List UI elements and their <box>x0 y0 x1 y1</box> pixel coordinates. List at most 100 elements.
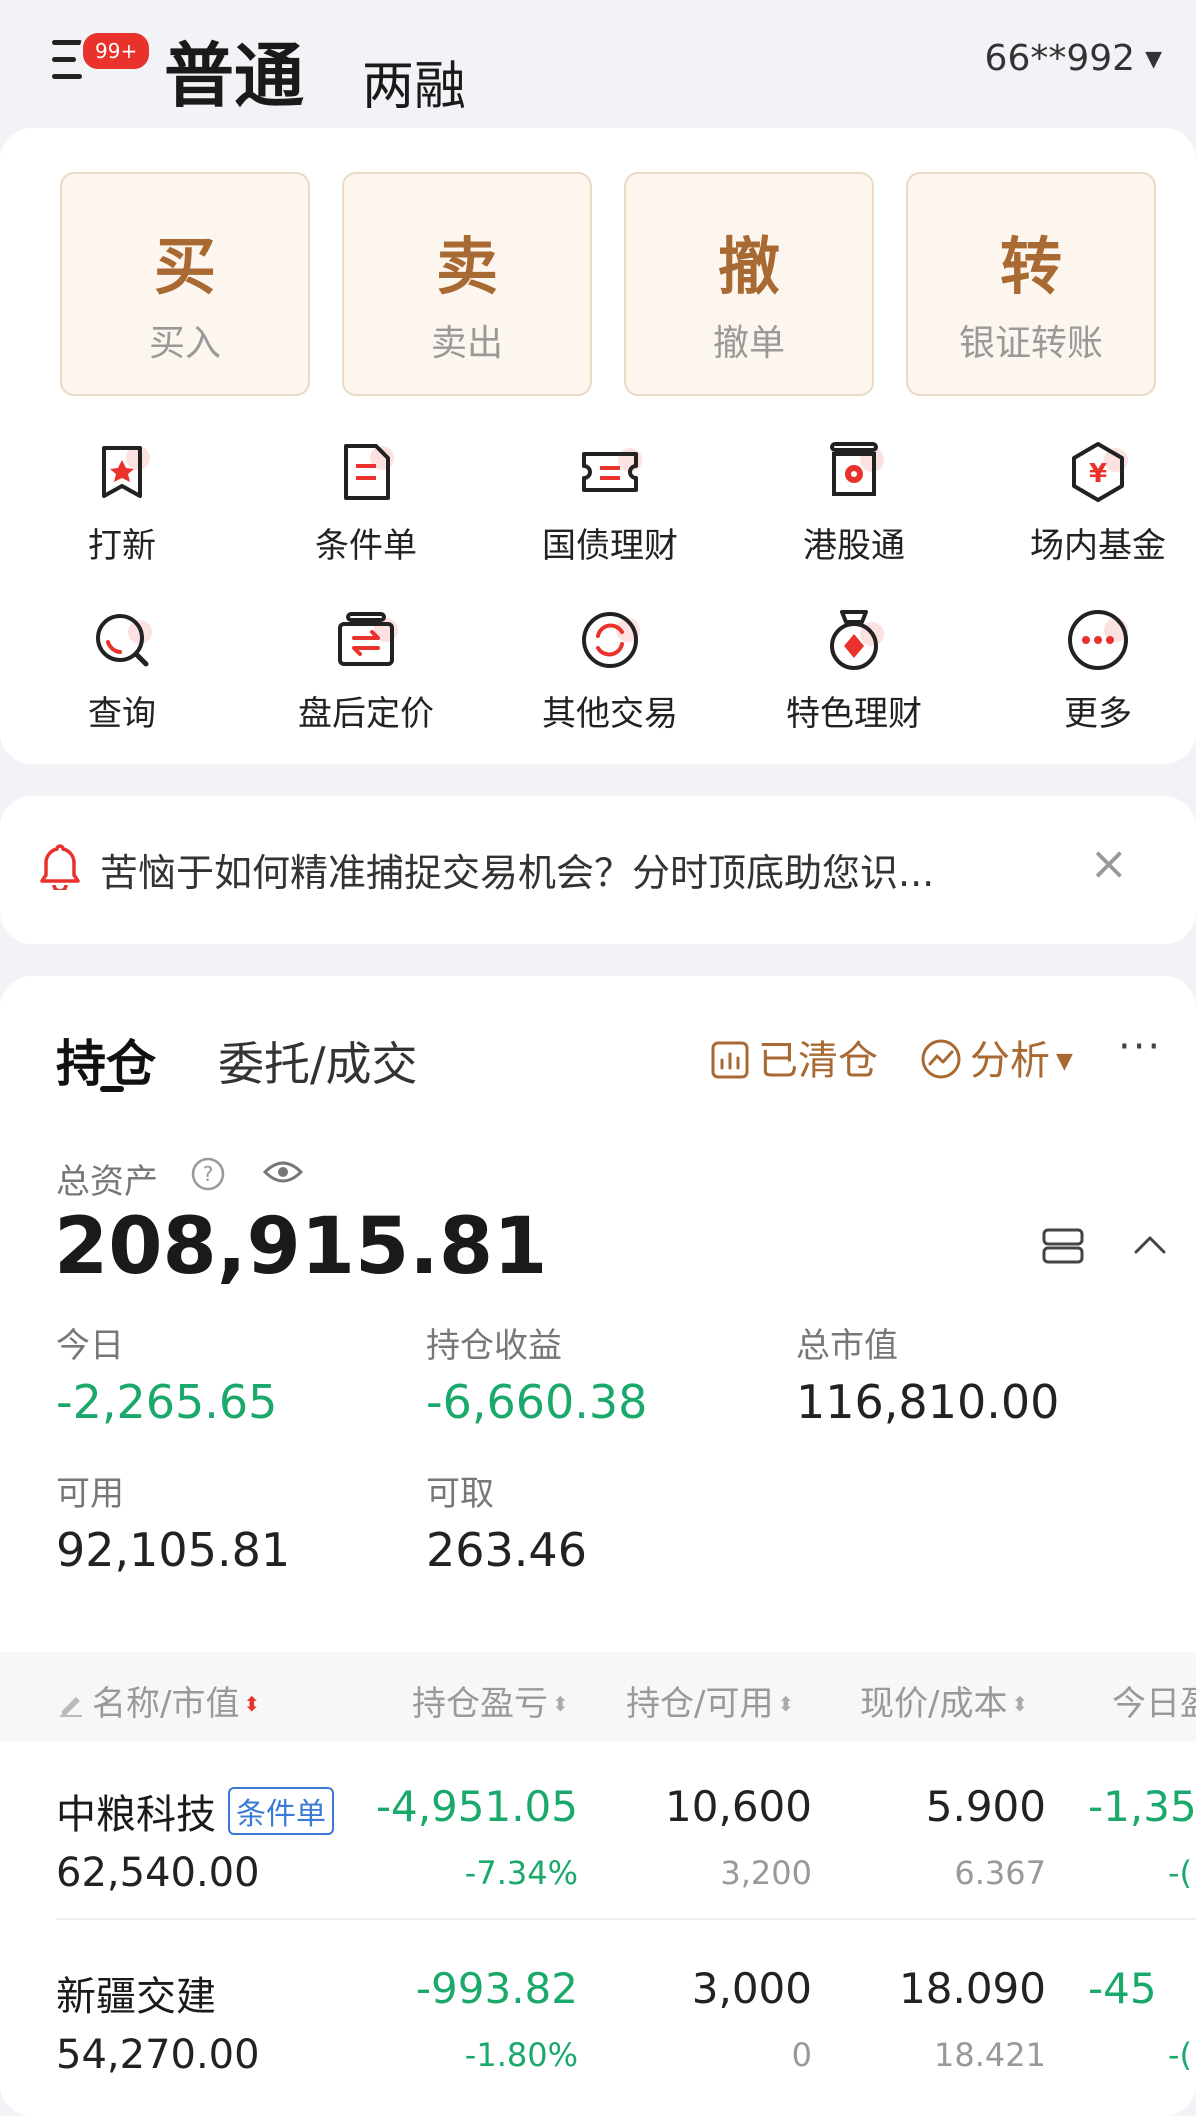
analysis-button[interactable]: 分析 ▼ <box>920 1028 1073 1086</box>
after-hours-icon <box>338 612 398 666</box>
hk-connect-icon <box>830 442 884 496</box>
stat-label: 今日 <box>56 1326 124 1366</box>
stock-name-text: 中粮科技 <box>56 1792 216 1838</box>
chevron-up-icon[interactable] <box>1130 1230 1170 1260</box>
transfer-subtitle: 银证转账 <box>958 323 1103 364</box>
transfer-title: 转 <box>999 230 1062 303</box>
table-row[interactable]: 中粮科技 条件单 62,540.00 -4,951.05 -7.34% 10,60… <box>0 1742 1196 1920</box>
stock-price: 5.900 <box>925 1782 1046 1831</box>
stat-value: -2,265.65 <box>56 1375 278 1429</box>
account-selector[interactable]: 66**992 ▼ <box>985 38 1162 79</box>
column-qty[interactable]: 持仓/可用 ⬍ <box>626 1676 794 1725</box>
sort-icon: ⬍ <box>552 1692 569 1716</box>
account-number: 66**992 <box>984 38 1136 79</box>
table-row[interactable]: 新疆交建 54,270.00 -993.82 -1.80% 3,000 0 18… <box>0 1924 1196 2102</box>
conditional-order-icon <box>344 444 394 500</box>
svg-text:¥: ¥ <box>1089 459 1107 489</box>
tab-margin[interactable]: 两融 <box>362 44 466 119</box>
column-name-label: 名称/市值 <box>92 1684 240 1724</box>
column-price[interactable]: 现价/成本 ⬍ <box>860 1676 1028 1725</box>
analysis-label: 分析 <box>970 1038 1050 1084</box>
query-icon <box>96 614 152 667</box>
notice-banner[interactable]: 苦恼于如何精准捕捉交易机会？分时顶底助您识... × <box>0 796 1196 944</box>
grid-label: 特色理财 <box>786 694 922 734</box>
analysis-icon <box>921 1039 961 1079</box>
close-icon[interactable]: × <box>1089 836 1128 890</box>
tab-normal[interactable]: 普通 <box>164 20 304 121</box>
grid-item-featured-wealth[interactable]: 特色理财 <box>744 608 964 735</box>
stock-today-pnl: -1,35 <box>1088 1782 1196 1831</box>
grid-item-query[interactable]: 查询 <box>12 608 232 735</box>
help-icon[interactable]: ? <box>190 1156 226 1192</box>
tab-orders[interactable]: 委托/成交 <box>218 1028 418 1094</box>
trade-panel: 买 买入 卖 卖出 撤 撤单 转 银证转账 打新 条件单 国债理财 港股通 ¥ … <box>0 128 1196 764</box>
stat-label: 持仓收益 <box>426 1326 562 1366</box>
row-divider <box>56 1918 1196 1920</box>
stock-market-value: 54,270.00 <box>56 2032 260 2078</box>
svg-text:?: ? <box>203 1162 214 1186</box>
conditional-order-tag[interactable]: 条件单 <box>228 1787 334 1835</box>
cleared-positions-button[interactable]: 已清仓 <box>710 1028 878 1086</box>
stat-value: -6,660.38 <box>426 1375 648 1429</box>
column-today[interactable]: 今日盈 <box>1112 1676 1196 1725</box>
grid-label: 条件单 <box>315 526 417 566</box>
sell-button[interactable]: 卖 卖出 <box>342 172 592 396</box>
tab-underline <box>100 1086 124 1092</box>
positions-panel: 持仓 委托/成交 已清仓 分析 ▼ ··· 总资产 ? 208,915.81 今日… <box>0 976 1196 2116</box>
total-assets-label: 总资产 <box>56 1162 158 1202</box>
grid-item-after-hours[interactable]: 盘后定价 <box>256 608 476 735</box>
cancel-order-button[interactable]: 撤 撤单 <box>624 172 874 396</box>
grid-label: 场内基金 <box>1030 526 1166 566</box>
grid-label: 查询 <box>88 694 156 734</box>
featured-wealth-icon <box>830 610 884 670</box>
grid-label: 其他交易 <box>542 694 678 734</box>
grid-item-fund[interactable]: ¥ 场内基金 <box>988 440 1196 567</box>
column-pnl-label: 持仓盈亏 <box>412 1684 548 1724</box>
stock-pnl: -4,951.05 <box>375 1782 578 1831</box>
stat-market-value: 总市值 116,810.00 <box>796 1318 1059 1429</box>
stat-value: 116,810.00 <box>796 1375 1060 1429</box>
column-today-label: 今日盈 <box>1112 1684 1196 1724</box>
caret-down-icon: ▼ <box>1145 47 1162 72</box>
cleared-label: 已清仓 <box>758 1038 878 1084</box>
grid-item-ipo[interactable]: 打新 <box>12 440 232 567</box>
ipo-icon <box>102 446 150 498</box>
stock-price: 18.090 <box>899 1964 1046 2013</box>
bank-transfer-button[interactable]: 转 银证转账 <box>906 172 1156 396</box>
notification-badge: 99+ <box>80 30 153 72</box>
stat-withdrawable: 可取 263.46 <box>426 1466 587 1577</box>
more-options-icon[interactable]: ··· <box>1118 1024 1162 1070</box>
column-pnl[interactable]: 持仓盈亏 ⬍ <box>412 1676 569 1725</box>
sort-icon: ⬍ <box>1011 1692 1029 1716</box>
grid-item-bond[interactable]: 国债理财 <box>500 440 720 567</box>
stock-pnl: -993.82 <box>415 1964 578 2013</box>
stat-available: 可用 92,105.81 <box>56 1466 290 1577</box>
grid-item-conditional-order[interactable]: 条件单 <box>256 440 476 567</box>
grid-item-other-trade[interactable]: 其他交易 <box>500 608 720 735</box>
more-icon <box>1068 610 1128 670</box>
notice-text: 苦恼于如何精准捕捉交易机会？分时顶底助您识... <box>100 851 935 895</box>
stat-value: 92,105.81 <box>56 1523 291 1577</box>
stat-today: 今日 -2,265.65 <box>56 1318 277 1429</box>
cancel-title: 撤 <box>717 230 780 303</box>
stock-cost: 18.421 <box>934 2036 1046 2074</box>
grid-label: 打新 <box>88 526 156 566</box>
buy-button[interactable]: 买 买入 <box>60 172 310 396</box>
column-qty-label: 持仓/可用 <box>626 1684 774 1724</box>
layout-toggle-icon[interactable] <box>1040 1226 1086 1266</box>
stock-available: 3,200 <box>720 1854 812 1892</box>
stock-today-pnl: -45 <box>1088 1964 1157 2013</box>
sort-icon: ⬍ <box>243 1692 261 1716</box>
eye-icon[interactable] <box>262 1154 304 1190</box>
column-name[interactable]: 名称/市值 ⬍ <box>56 1676 260 1725</box>
buy-subtitle: 买入 <box>148 323 221 364</box>
other-trade-icon <box>582 612 640 668</box>
bar-chart-icon <box>711 1041 749 1079</box>
grid-item-more[interactable]: 更多 <box>988 608 1196 735</box>
grid-item-hk-connect[interactable]: 港股通 <box>744 440 964 567</box>
stat-label: 可取 <box>426 1474 494 1514</box>
grid-label: 港股通 <box>803 526 905 566</box>
sell-title: 卖 <box>435 230 498 303</box>
stock-qty: 10,600 <box>665 1782 812 1831</box>
fund-icon: ¥ <box>1072 442 1128 502</box>
